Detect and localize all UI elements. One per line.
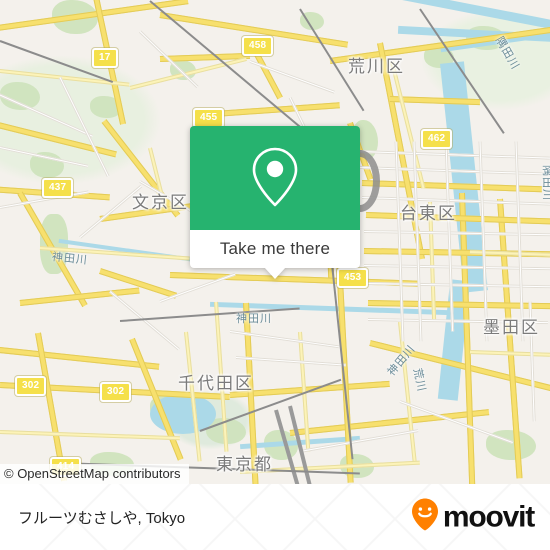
moovit-map-screen: 荒川区 文京区 台東区 墨田区 千代田区 東京都 隅田川 神田川 神田川 隅田川… (0, 0, 550, 550)
route-shield: 462 (421, 129, 453, 149)
place-name-label: フルーツむさしや, Tokyo (18, 509, 186, 527)
ward-label-tokyo-to: 東京都 (216, 455, 273, 474)
footer-bar: フルーツむさしや, Tokyo moovit (0, 484, 550, 550)
moovit-logo[interactable]: moovit (411, 498, 535, 537)
route-shield: 455 (193, 108, 225, 128)
river-label: 神田川 (236, 313, 272, 325)
map-pin-icon (247, 144, 303, 213)
route-shield: 302 (100, 382, 132, 402)
route-shield: 458 (242, 36, 274, 56)
route-shield: 302 (15, 376, 47, 396)
moovit-wordmark: moovit (442, 500, 535, 533)
take-me-there-label: Take me there (219, 239, 331, 258)
ward-label-arakawa: 荒川区 (348, 57, 405, 76)
route-shield: 17 (92, 48, 118, 68)
ward-label-chiyoda: 千代田区 (178, 374, 254, 393)
route-shield: 437 (42, 178, 74, 198)
route-shield: 453 (337, 268, 369, 288)
ward-label-taito: 台東区 (400, 204, 457, 223)
ward-label-bunkyo: 文京区 (132, 193, 189, 212)
river-label: 隅田川 (541, 165, 550, 201)
take-me-there-popup[interactable]: Take me there (190, 126, 360, 279)
map-attribution[interactable]: © OpenStreetMap contributors (0, 464, 189, 484)
popup-tail-pointer (264, 267, 286, 279)
moovit-pin-icon (411, 498, 439, 537)
popup-action-bar[interactable]: Take me there (190, 230, 360, 279)
popup-icon-panel (190, 126, 360, 230)
ward-label-sumida: 墨田区 (483, 318, 540, 337)
